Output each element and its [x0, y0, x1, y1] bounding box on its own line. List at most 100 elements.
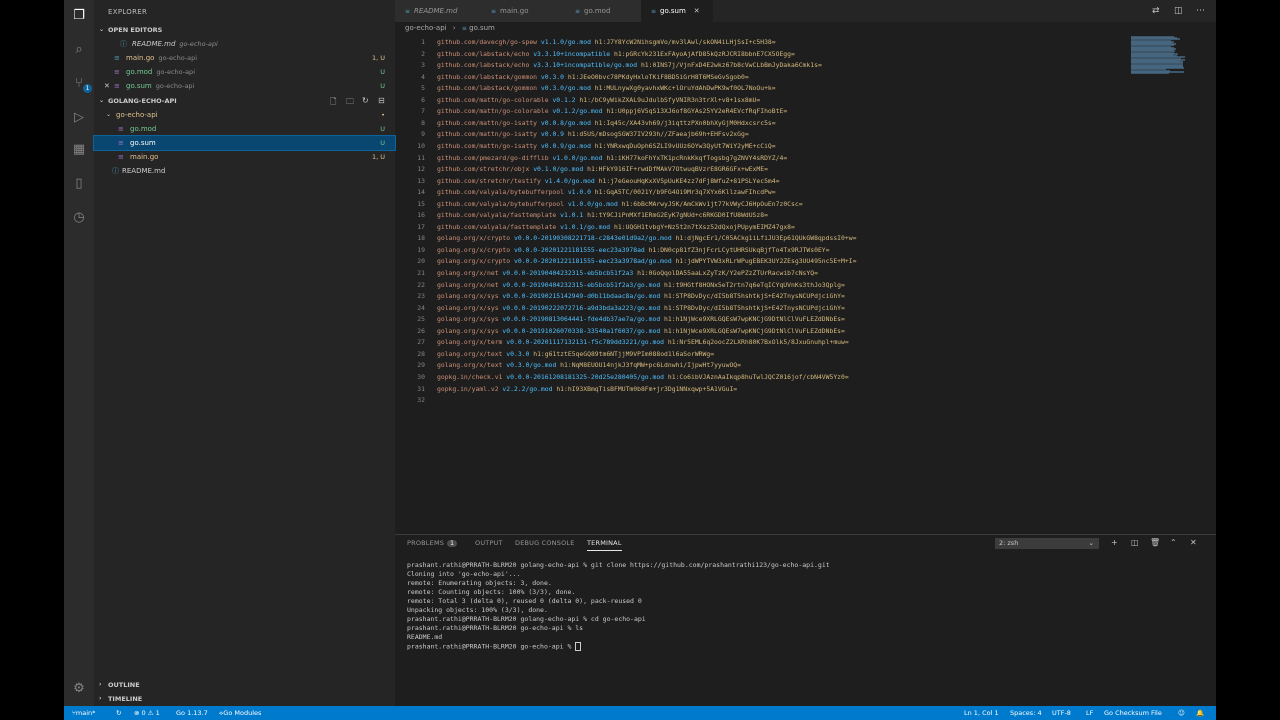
split-editor-icon[interactable]: ◫	[1174, 6, 1183, 16]
line-number: 31	[417, 384, 425, 393]
line-number: 26	[417, 326, 425, 335]
timeline-header[interactable]: › TIMELINE	[94, 693, 395, 705]
language-mode[interactable]: Go Checksum File	[1104, 706, 1162, 720]
git-status: U	[380, 68, 385, 76]
file-icon: ≡	[491, 8, 497, 15]
breadcrumb-folder[interactable]: go-echo-api	[405, 24, 447, 32]
end-of-line[interactable]: LF	[1086, 706, 1093, 720]
minimap-line	[1131, 72, 1169, 74]
code-line: github.com/valyala/fasttemplate v1.0.1/g…	[437, 222, 795, 231]
line-number: 19	[417, 245, 425, 254]
files-icon[interactable]: ❐	[71, 8, 87, 24]
kill-terminal-icon[interactable]: 🗑	[1150, 538, 1160, 547]
line-number: 20	[417, 257, 425, 266]
problems-badge: 1	[447, 540, 458, 547]
editor-tab[interactable]: ≡ go.sum ✕	[641, 0, 713, 22]
chevron-down-icon: ⌄	[99, 97, 105, 104]
close-icon[interactable]: ✕	[104, 79, 110, 93]
go-version[interactable]: Go 1.13.7	[176, 706, 208, 720]
terminal-select[interactable]: 2: zsh ⌄	[995, 538, 1099, 549]
git-status: U	[380, 125, 385, 133]
terminal-line: remote: Enumerating objects: 3, done.	[407, 579, 552, 587]
search-icon[interactable]: ⌕	[71, 42, 87, 58]
code-line: golang.org/x/crypto v0.0.0-2020122118155…	[437, 245, 830, 254]
editor-tab[interactable]: ≡ main.go	[481, 0, 565, 22]
open-editors-header[interactable]: ⌄ OPEN EDITORS	[94, 24, 395, 36]
code-line: golang.org/x/text v0.3.0 h1:g61tztE5qeGQ…	[437, 349, 715, 358]
go-file-icon: ≡	[118, 153, 124, 161]
go-sum-icon: ≡	[114, 82, 120, 90]
vscode-window: ❐ ⌕ ⑂ 1 ▷ ▦ ▯ ◷ ⚙ EXPLORER ⌄ OPEN EDITOR…	[64, 0, 1216, 720]
file-name: main.go	[130, 153, 159, 161]
code-line: golang.org/x/sys v0.0.0-20190215142949-d…	[437, 292, 845, 301]
split-terminal-icon[interactable]: ◫	[1131, 538, 1139, 547]
code-editor[interactable]: 1 github.com/davecgh/go-spew v1.1.0/go.mo…	[395, 34, 1125, 414]
cursor-position[interactable]: Ln 1, Col 1	[964, 706, 999, 720]
open-editor-item[interactable]: ≡ main.go go-echo-api 1, U	[94, 51, 395, 65]
code-line: golang.org/x/crypto v0.0.0-2019030822171…	[437, 234, 857, 243]
panel-tab[interactable]: OUTPUT	[475, 539, 503, 547]
open-editor-name: go.sum	[126, 82, 152, 90]
line-number: 28	[417, 349, 425, 358]
extensions-icon[interactable]: ▦	[71, 142, 87, 158]
line-number: 14	[417, 188, 425, 197]
file-tree-item[interactable]: ≡ main.go 1, U	[94, 150, 395, 164]
breadcrumb-file[interactable]: go.sum	[469, 24, 495, 32]
panel-tab[interactable]: TERMINAL	[587, 539, 622, 551]
more-actions-icon[interactable]: ⋯	[1196, 6, 1205, 16]
open-editor-item[interactable]: ✕ ≡ go.sum go-echo-api U	[94, 79, 395, 93]
minimap[interactable]	[1131, 36, 1201, 76]
run-debug-icon[interactable]: ▷	[71, 110, 87, 126]
line-number: 32	[417, 396, 425, 405]
feedback-icon[interactable]: ☺	[1178, 706, 1185, 720]
outline-header[interactable]: › OUTLINE	[94, 679, 395, 691]
open-editor-item[interactable]: ⓘ README.md go-echo-api	[94, 37, 395, 51]
line-number: 15	[417, 199, 425, 208]
settings-icon[interactable]: ⚙	[71, 681, 87, 697]
collapse-all-icon[interactable]: ⊟	[378, 96, 385, 105]
close-panel-icon[interactable]: ✕	[1190, 538, 1197, 547]
code-line: github.com/valyala/bytebufferpool v1.0.0…	[437, 199, 803, 208]
line-number: 1	[421, 38, 425, 46]
new-terminal-icon[interactable]: +	[1111, 538, 1118, 547]
indentation[interactable]: Spaces: 4	[1010, 706, 1042, 720]
terminal-line: prashant.rathi@PRRATH-BLRM20 go-echo-api…	[407, 624, 584, 632]
terminal-output[interactable]: prashant.rathi@PRRATH-BLRM20 golang-echo…	[407, 561, 830, 652]
line-number: 12	[417, 165, 425, 174]
line-number: 9	[421, 130, 425, 139]
editor-tab[interactable]: ≡ README.md	[395, 0, 481, 22]
encoding[interactable]: UTF-8	[1052, 706, 1071, 720]
open-changes-icon[interactable]: ⇄	[1152, 6, 1160, 16]
panel-tab[interactable]: DEBUG CONSOLE	[515, 539, 575, 547]
bookmark-icon[interactable]: ▯	[71, 176, 87, 192]
go-modules[interactable]: ⟡ Go Modules	[219, 706, 261, 720]
panel-tab[interactable]: PROBLEMS 1	[407, 539, 458, 547]
explorer-sidebar: EXPLORER ⌄ OPEN EDITORS ⓘ README.md go-ech…	[93, 0, 396, 706]
notifications-icon[interactable]: 🔔	[1196, 706, 1204, 720]
chevron-down-icon: ⌄	[99, 26, 105, 33]
code-line: golang.org/x/net v0.0.0-20190404232315-e…	[437, 269, 818, 277]
branch-indicator[interactable]: ⑂ main*	[72, 706, 95, 720]
open-editor-folder: go-echo-api	[155, 82, 195, 90]
editor-tab[interactable]: ≡ go.mod	[565, 0, 641, 22]
chevron-down-icon: ⌄	[106, 111, 112, 118]
file-tree-item[interactable]: ≡ go.mod U	[94, 122, 395, 136]
file-tree-item[interactable]: ⓘ README.md	[94, 164, 395, 178]
git-status: 1, U	[371, 54, 385, 62]
folder-go-echo-api[interactable]: ⌄ go-echo-api •	[94, 108, 395, 122]
code-line: golang.org/x/sys v0.0.0-20190222072716-a…	[437, 303, 845, 312]
chevron-right-icon: ›	[99, 695, 102, 702]
file-tree-item[interactable]: ≡ go.sum U	[93, 135, 396, 151]
sync-icon[interactable]: ↻	[116, 706, 121, 720]
git-graph-icon[interactable]: ◷	[71, 210, 87, 226]
refresh-icon[interactable]: ↻	[362, 96, 369, 105]
line-number: 29	[417, 361, 425, 370]
code-line: github.com/mattn/go-isatty v0.0.8/go.mod…	[437, 118, 776, 127]
line-number: 8	[421, 118, 425, 127]
open-editor-item[interactable]: ≡ go.mod go-echo-api U	[94, 65, 395, 79]
maximize-panel-icon[interactable]: ⌃	[1170, 538, 1177, 547]
line-number: 25	[417, 315, 425, 324]
close-icon[interactable]: ✕	[694, 7, 700, 15]
problems-indicator[interactable]: ⊗ 0 ⚠ 1	[134, 706, 160, 720]
code-line: github.com/davecgh/go-spew v1.1.0/go.mod…	[437, 38, 776, 46]
